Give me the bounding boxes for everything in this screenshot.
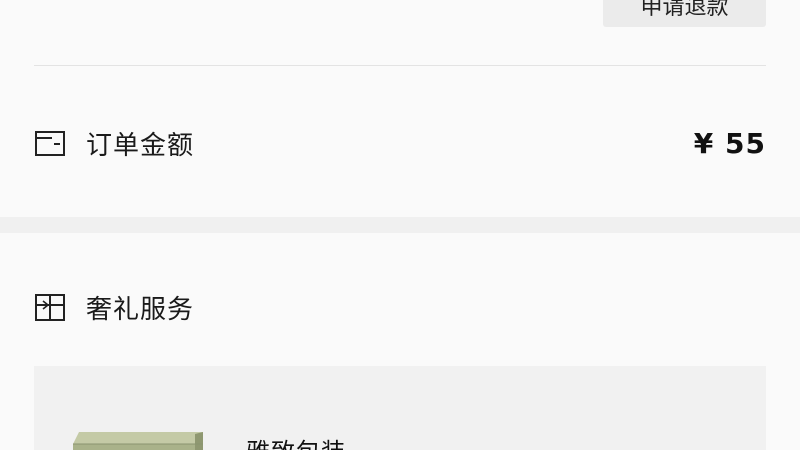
service-item-name: 雅致包装: [246, 432, 346, 450]
service-item[interactable]: 雅致包装: [34, 366, 766, 450]
luxury-services-title: 奢礼服务: [86, 294, 195, 325]
order-amount-label: 订单金额: [86, 130, 195, 161]
wallet-icon: [34, 127, 66, 159]
order-detail-page: 申请退款 订单金额 ¥ 55 奢礼服务: [0, 0, 800, 450]
divider: [34, 65, 766, 66]
order-amount-value: ¥ 55: [693, 126, 766, 160]
order-amount-row: 订单金额 ¥ 55: [34, 118, 766, 168]
gift-icon: [34, 291, 66, 323]
gift-box-image: [69, 430, 207, 450]
order-summary-card: 申请退款 订单金额 ¥ 55: [0, 0, 800, 217]
refund-button[interactable]: 申请退款: [603, 0, 766, 27]
luxury-services-header: 奢礼服务: [34, 283, 766, 331]
section-gap: [0, 217, 800, 233]
luxury-services-card: 奢礼服务 雅致包装: [0, 233, 800, 450]
